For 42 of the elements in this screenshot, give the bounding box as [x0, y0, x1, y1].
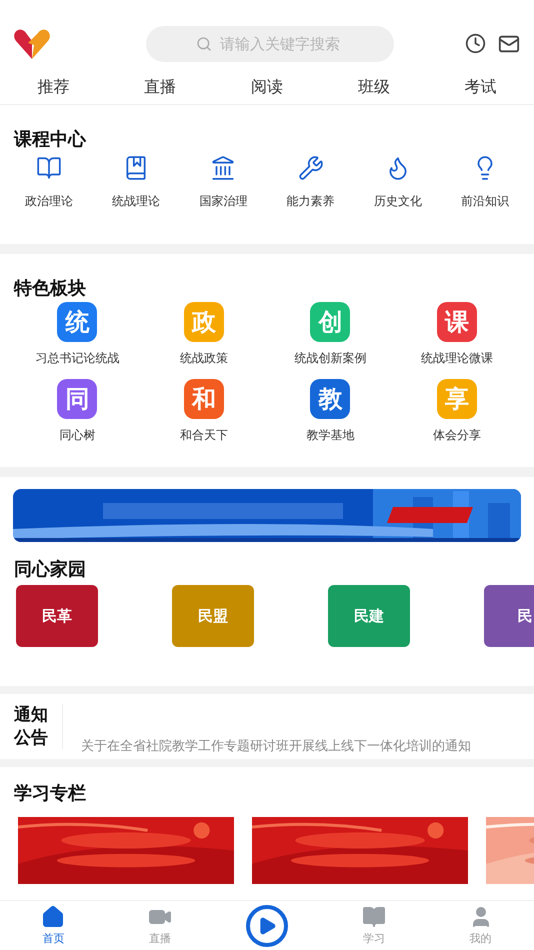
history-icon[interactable]	[465, 33, 486, 54]
category-badge[interactable]: 课	[436, 302, 477, 342]
search-icon	[196, 36, 212, 52]
mail-icon[interactable]	[498, 33, 520, 55]
section-title: 课程中心	[14, 128, 88, 152]
category-label[interactable]: 和合天下	[180, 427, 228, 444]
category-label[interactable]: 统战政策	[180, 350, 228, 367]
section-title: 同心家园	[14, 558, 87, 582]
category-label[interactable]: 同心树	[59, 427, 96, 444]
category-label[interactable]: 历史文化	[374, 193, 422, 210]
nav-tab[interactable]: 首页	[0, 901, 107, 950]
section-title: 学习专栏	[14, 782, 87, 806]
category-label[interactable]: 统战创新案例	[294, 350, 366, 367]
tools-icon[interactable]	[298, 155, 324, 181]
category-label[interactable]: 习总书记论统战	[35, 350, 120, 367]
tab[interactable]: 直播	[106, 70, 214, 104]
category-label[interactable]: 能力素养	[286, 193, 335, 210]
notice-link[interactable]: 关于在全省社院教学工作专题研讨班开展线上线下一体化培训的通知	[81, 737, 471, 759]
tab[interactable]: 阅读	[214, 70, 320, 104]
heart-logo-icon	[12, 27, 52, 61]
tab[interactable]: 班级	[320, 70, 428, 104]
tab[interactable]: 推荐	[0, 70, 107, 104]
party-card[interactable]: 民革	[16, 585, 98, 647]
category-label[interactable]: 体会分享	[432, 427, 481, 444]
landmark-icon[interactable]	[210, 155, 236, 181]
category-label[interactable]: 前沿知识	[460, 193, 509, 210]
category-label[interactable]: 统战理论	[112, 193, 160, 210]
book-icon[interactable]	[36, 155, 62, 181]
category-badge[interactable]: 统	[57, 302, 98, 342]
tab[interactable]: 考试	[427, 70, 534, 104]
category-label[interactable]: 教学基地	[306, 427, 354, 444]
category-badge[interactable]: 教	[310, 379, 350, 419]
category-label[interactable]: 政治理论	[25, 193, 73, 210]
section-title: 特色板块	[14, 277, 87, 301]
search-field[interactable]: 请输入关键字搜索	[146, 26, 394, 62]
party-card[interactable]: 民	[484, 585, 534, 647]
category-badge[interactable]: 同	[57, 379, 98, 419]
home-icon	[41, 905, 66, 929]
book-icon	[362, 905, 386, 929]
section-title: 通知公告	[14, 704, 63, 749]
category-label[interactable]: 统战理论微课	[420, 350, 493, 367]
category-label[interactable]: 国家治理	[199, 193, 248, 210]
